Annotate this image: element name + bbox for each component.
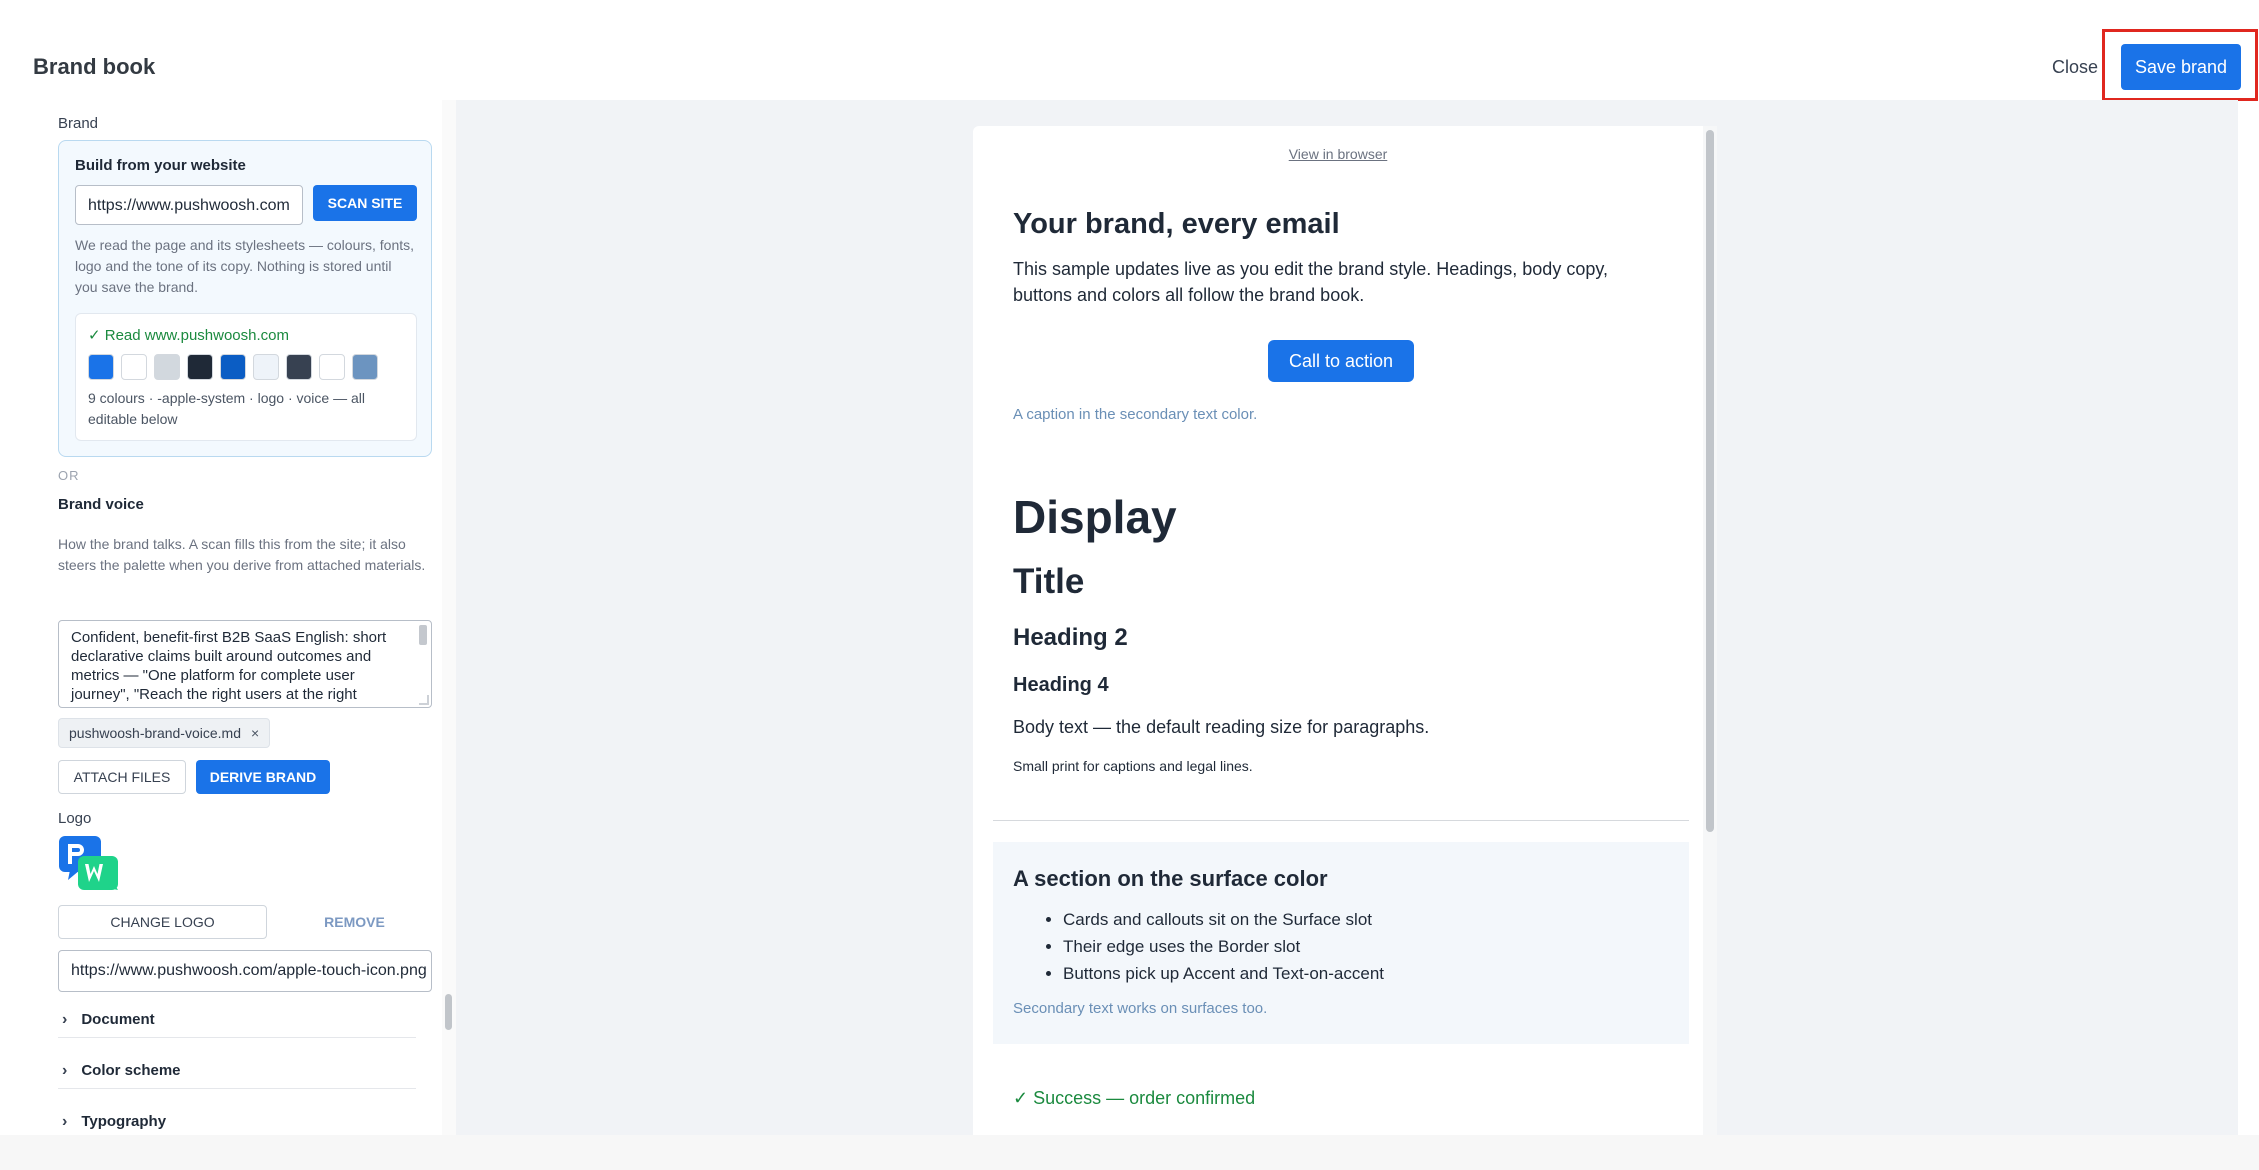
chevron-right-icon: › (62, 1010, 68, 1028)
build-from-website-card: Build from your website https://www.push… (58, 140, 432, 457)
brand-voice-textarea[interactable]: Confident, benefit-first B2B SaaS Englis… (58, 620, 432, 708)
surface-footnote: Secondary text works on surfaces too. (1013, 1000, 1268, 1017)
title-sample: Title (1013, 562, 1085, 601)
color-swatch (88, 354, 114, 380)
email-caption: A caption in the secondary text color. (1013, 406, 1258, 423)
save-brand-button[interactable]: Save brand (2121, 44, 2241, 90)
website-url-input[interactable]: https://www.pushwoosh.com (75, 185, 303, 225)
remove-file-icon[interactable]: × (251, 719, 259, 747)
heading4-sample: Heading 4 (1013, 674, 1109, 696)
small-print-sample: Small print for captions and legal lines… (1013, 758, 1253, 774)
brand-voice-text: Confident, benefit-first B2B SaaS Englis… (71, 629, 387, 707)
change-logo-button[interactable]: CHANGE LOGO (58, 905, 267, 939)
color-swatch (187, 354, 213, 380)
brand-logo (59, 836, 118, 890)
accordion-document[interactable]: › Document (58, 1002, 416, 1038)
close-button[interactable]: Close (2040, 44, 2110, 90)
color-swatch (121, 354, 147, 380)
surface-list: Cards and callouts sit on the Surface sl… (1063, 906, 1384, 987)
email-intro: This sample updates live as you edit the… (1013, 259, 1609, 305)
email-preview: View in browser Your brand, every email … (973, 126, 1717, 1135)
scan-result-title: ✓ Read www.pushwoosh.com (88, 327, 289, 344)
list-item: Their edge uses the Border slot (1063, 933, 1384, 960)
attached-file-chip: pushwoosh-brand-voice.md × (58, 718, 271, 748)
color-swatch (253, 354, 279, 380)
chevron-right-icon: › (62, 1061, 68, 1079)
heading2-sample: Heading 2 (1013, 624, 1128, 651)
accordion-color-scheme[interactable]: › Color scheme (58, 1053, 416, 1089)
brand-section-label: Brand (58, 115, 99, 132)
attach-files-button[interactable]: ATTACH FILES (58, 760, 186, 794)
accordion-typography[interactable]: › Typography (58, 1104, 416, 1135)
scan-result-summary: 9 colours · -apple-system · logo · voice… (88, 390, 365, 427)
textarea-scrollbar[interactable] (419, 625, 427, 645)
remove-logo-button[interactable]: REMOVE (277, 905, 432, 939)
scan-result-card: ✓ Read www.pushwoosh.com 9 colours · -ap… (75, 313, 417, 441)
email-preview-area: View in browser Your brand, every email … (456, 100, 2238, 1135)
brand-voice-description: How the brand talks. A scan fills this f… (58, 536, 426, 573)
success-message: ✓ Success — order confirmed (1013, 1088, 1256, 1108)
build-card-title: Build from your website (75, 157, 246, 174)
display-sample: Display (1013, 491, 1177, 543)
page-title: Brand book (33, 54, 156, 79)
color-swatch (319, 354, 345, 380)
view-in-browser-link[interactable]: View in browser (973, 146, 1703, 162)
panel-scrollbar-thumb[interactable] (445, 994, 452, 1030)
scan-site-button[interactable]: SCAN SITE (313, 185, 417, 221)
call-to-action-button[interactable]: Call to action (1268, 340, 1414, 382)
accordion-label: Document (81, 1011, 155, 1028)
accordion-label: Typography (81, 1113, 167, 1130)
build-card-description: We read the page and its stylesheets — c… (75, 237, 415, 295)
list-item: Cards and callouts sit on the Surface sl… (1063, 906, 1384, 933)
color-swatch (352, 354, 378, 380)
color-swatch (154, 354, 180, 380)
top-bar: Brand book Close Save brand (0, 0, 2259, 101)
logo-label: Logo (58, 810, 92, 827)
body-sample: Body text — the default reading size for… (1013, 717, 1430, 737)
list-item: Buttons pick up Accent and Text-on-accen… (1063, 960, 1384, 987)
brand-editor-panel: Brand Build from your website https://ww… (0, 100, 456, 1135)
divider (993, 820, 1689, 821)
surface-section: A section on the surface color Cards and… (993, 842, 1689, 1044)
email-headline: Your brand, every email (1013, 208, 1340, 240)
brand-voice-title: Brand voice (58, 496, 144, 513)
bottom-strip (0, 1135, 2259, 1170)
surface-heading: A section on the surface color (1013, 866, 1328, 891)
panel-scrollbar-track[interactable] (442, 100, 456, 1135)
color-swatches (88, 354, 378, 380)
preview-scrollbar-thumb[interactable] (1706, 130, 1714, 832)
chevron-right-icon: › (62, 1112, 68, 1130)
color-swatch (220, 354, 246, 380)
accordion-label: Color scheme (81, 1062, 181, 1079)
or-separator: OR (58, 468, 80, 483)
color-swatch (286, 354, 312, 380)
attached-file-name: pushwoosh-brand-voice.md (69, 725, 241, 741)
logo-url-input[interactable]: https://www.pushwoosh.com/apple-touch-ic… (58, 950, 432, 992)
textarea-resize-handle[interactable] (419, 695, 429, 705)
derive-brand-button[interactable]: DERIVE BRAND (196, 760, 330, 794)
